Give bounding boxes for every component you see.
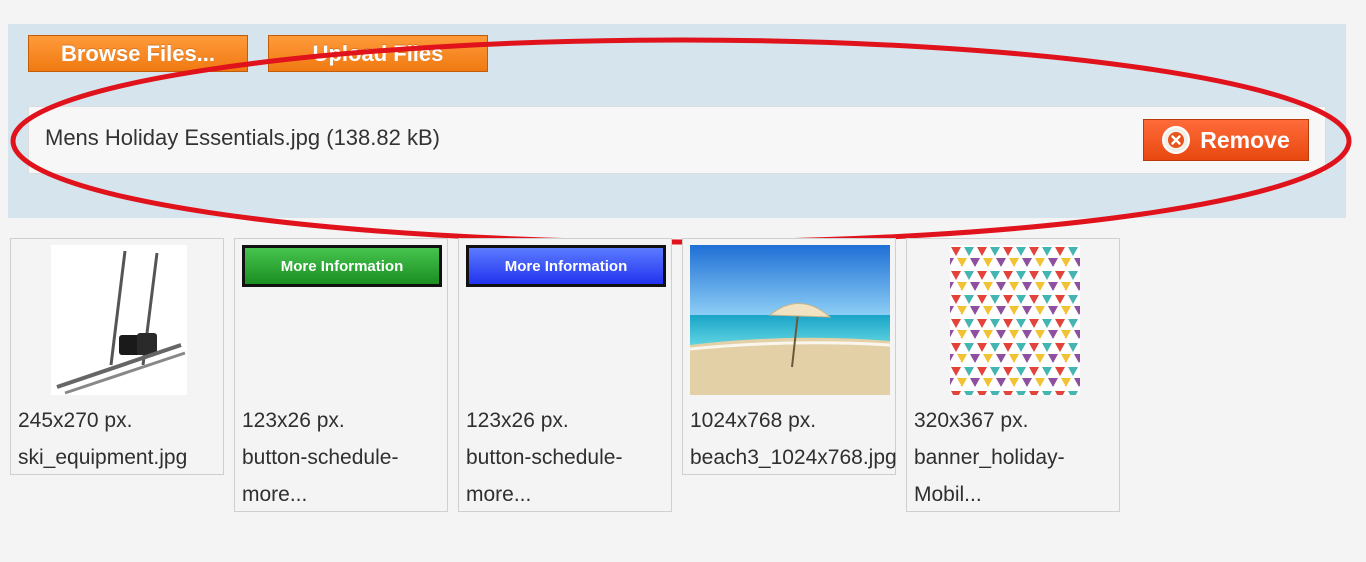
image-filename: button-schedule- xyxy=(466,446,623,469)
remove-icon xyxy=(1162,126,1191,154)
queued-file-row: Mens Holiday Essentials.jpg (138.82 kB) … xyxy=(28,106,1326,174)
upload-panel: Browse Files... Upload Files Mens Holida… xyxy=(8,24,1346,218)
image-dimensions: 123x26 px. xyxy=(242,409,345,432)
remove-file-button[interactable]: Remove xyxy=(1143,119,1309,161)
more-information-blue-image: More Information xyxy=(466,245,666,287)
upload-files-button[interactable]: Upload Files xyxy=(268,35,488,72)
image-filename-continued: more... xyxy=(242,483,308,506)
image-filename: button-schedule- xyxy=(242,446,399,469)
gallery-tile[interactable]: 1024x768 px. beach3_1024x768.jpg xyxy=(682,238,896,475)
image-dimensions: 245x270 px. xyxy=(18,409,133,432)
image-filename: ski_equipment.jpg xyxy=(18,446,188,469)
triangle-pattern-image xyxy=(950,245,1080,400)
beach-image xyxy=(689,245,891,400)
image-dimensions: 1024x768 px. xyxy=(690,409,817,432)
remove-label: Remove xyxy=(1200,126,1290,153)
image-dimensions: 123x26 px. xyxy=(466,409,569,432)
image-filename-continued: Mobil... xyxy=(914,483,982,506)
gallery-tile[interactable]: 245x270 px. ski_equipment.jpg xyxy=(10,238,224,475)
image-filename: beach3_1024x768.jpg xyxy=(690,446,896,469)
image-filename-continued: more... xyxy=(466,483,532,506)
queued-file-name: Mens Holiday Essentials.jpg (138.82 kB) xyxy=(45,125,440,150)
gallery-tile[interactable]: 320x367 px. banner_holiday- Mobil... xyxy=(906,238,1120,512)
image-dimensions: 320x367 px. xyxy=(914,409,1029,432)
ski-image xyxy=(51,245,187,400)
image-filename: banner_holiday- xyxy=(914,446,1065,469)
gallery-tile[interactable]: More Information 123x26 px. button-sched… xyxy=(234,238,448,512)
gallery-tile[interactable]: More Information 123x26 px. button-sched… xyxy=(458,238,672,512)
more-information-green-image: More Information xyxy=(242,245,442,287)
browse-files-button[interactable]: Browse Files... xyxy=(28,35,248,72)
